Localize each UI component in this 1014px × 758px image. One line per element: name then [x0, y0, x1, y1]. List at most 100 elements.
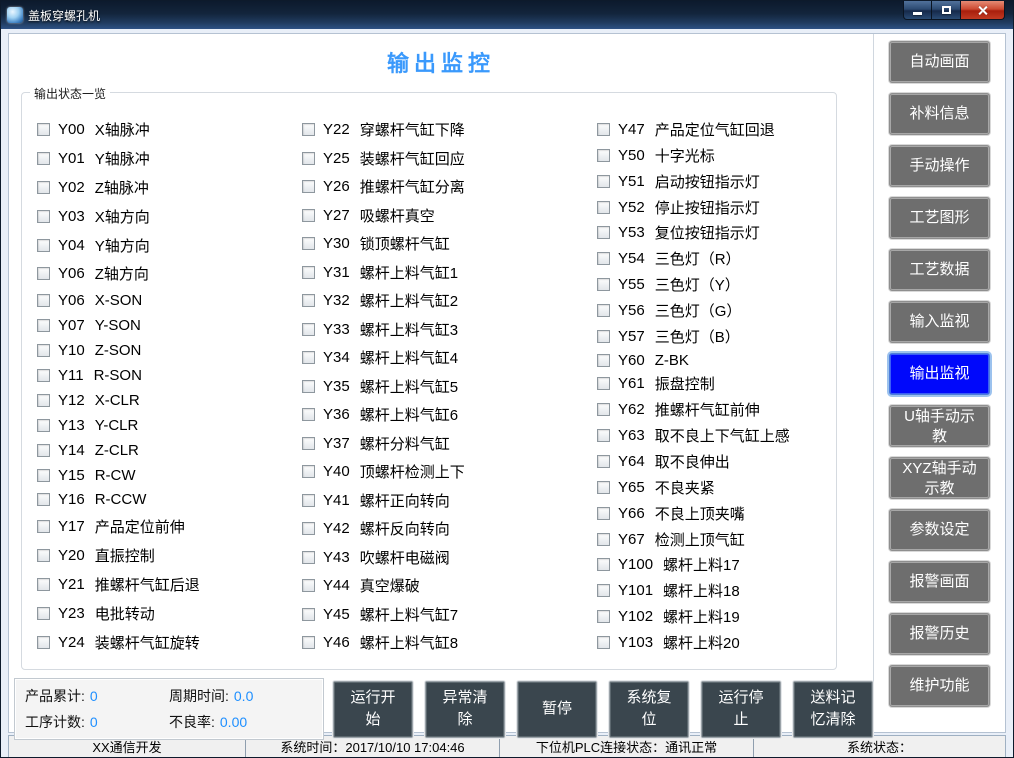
- output-checkbox[interactable]: [597, 226, 610, 239]
- action-button-error-clear[interactable]: 异常清除: [425, 681, 505, 738]
- output-checkbox[interactable]: [37, 469, 50, 482]
- sidebar-button-auto-screen[interactable]: 自动画面: [889, 41, 990, 83]
- action-button-run-stop[interactable]: 运行停止: [701, 681, 781, 738]
- output-checkbox[interactable]: [37, 294, 50, 307]
- output-checkbox[interactable]: [597, 304, 610, 317]
- output-checkbox[interactable]: [597, 636, 610, 649]
- maximize-button[interactable]: [932, 1, 960, 20]
- sidebar-button-alarm-screen[interactable]: 报警画面: [889, 561, 990, 603]
- output-checkbox[interactable]: [37, 549, 50, 562]
- action-button-system-reset[interactable]: 系统复位: [609, 681, 689, 738]
- sidebar-button-parameter-settings[interactable]: 参数设定: [889, 509, 990, 551]
- output-checkbox[interactable]: [302, 237, 315, 250]
- output-label: X轴方向: [95, 206, 150, 227]
- output-checkbox[interactable]: [37, 607, 50, 620]
- output-checkbox[interactable]: [37, 267, 50, 280]
- sidebar-button-alarm-history[interactable]: 报警历史: [889, 613, 990, 655]
- output-label: 产品定位前伸: [95, 516, 185, 537]
- output-checkbox[interactable]: [37, 369, 50, 382]
- sidebar-button-refill-info[interactable]: 补料信息: [889, 93, 990, 135]
- output-checkbox[interactable]: [597, 175, 610, 188]
- output-checkbox[interactable]: [302, 351, 315, 364]
- output-checkbox[interactable]: [597, 533, 610, 546]
- output-checkbox[interactable]: [302, 636, 315, 649]
- output-checkbox[interactable]: [302, 551, 315, 564]
- output-checkbox[interactable]: [597, 149, 610, 162]
- output-checkbox[interactable]: [37, 493, 50, 506]
- output-checkbox[interactable]: [597, 377, 610, 390]
- sidebar-button-input-monitor[interactable]: 输入监视: [889, 301, 990, 343]
- output-label: 不良上顶夹嘴: [655, 503, 745, 524]
- output-code: Y06: [58, 265, 85, 282]
- output-checkbox[interactable]: [597, 201, 610, 214]
- output-checkbox[interactable]: [302, 380, 315, 393]
- output-checkbox[interactable]: [597, 481, 610, 494]
- sidebar-button-u-axis-teach[interactable]: U轴手动示教: [889, 405, 990, 447]
- output-label: 取不良上下气缸上感: [655, 425, 790, 446]
- output-item-Y57: Y57 三色灯（B）: [597, 326, 836, 347]
- output-checkbox[interactable]: [597, 123, 610, 136]
- action-button-pause[interactable]: 暂停: [517, 681, 597, 738]
- stat-cycle-time: 周期时间: 0.0: [169, 686, 313, 706]
- output-checkbox[interactable]: [302, 266, 315, 279]
- output-checkbox[interactable]: [37, 123, 50, 136]
- output-item-Y102: Y102 螺杆上料19: [597, 606, 836, 627]
- output-item-Y02: Y02 Z轴脉冲: [37, 177, 302, 198]
- output-checkbox[interactable]: [597, 354, 610, 367]
- sidebar-button-xyz-axis-teach[interactable]: XYZ轴手动示教: [889, 457, 990, 499]
- output-checkbox[interactable]: [37, 636, 50, 649]
- output-checkbox[interactable]: [597, 455, 610, 468]
- output-checkbox[interactable]: [302, 465, 315, 478]
- output-checkbox[interactable]: [302, 579, 315, 592]
- output-checkbox[interactable]: [302, 522, 315, 535]
- output-checkbox[interactable]: [302, 494, 315, 507]
- output-checkbox[interactable]: [37, 210, 50, 223]
- output-checkbox[interactable]: [302, 323, 315, 336]
- output-checkbox[interactable]: [37, 419, 50, 432]
- output-label: 直振控制: [95, 545, 155, 566]
- output-checkbox[interactable]: [597, 278, 610, 291]
- output-checkbox[interactable]: [302, 294, 315, 307]
- output-checkbox[interactable]: [37, 152, 50, 165]
- output-code: Y03: [58, 208, 85, 225]
- window-controls: [903, 1, 1005, 20]
- output-item-Y67: Y67 检测上顶气缸: [597, 529, 836, 550]
- output-label: 螺杆上料气缸8: [360, 632, 458, 653]
- output-checkbox[interactable]: [302, 123, 315, 136]
- output-checkbox[interactable]: [302, 608, 315, 621]
- output-checkbox[interactable]: [37, 444, 50, 457]
- minimize-button[interactable]: [903, 1, 932, 20]
- output-checkbox[interactable]: [597, 403, 610, 416]
- sidebar-button-manual-operation[interactable]: 手动操作: [889, 145, 990, 187]
- output-checkbox[interactable]: [37, 394, 50, 407]
- sidebar-button-output-monitor[interactable]: 输出监视: [889, 353, 990, 395]
- output-checkbox[interactable]: [302, 408, 315, 421]
- output-checkbox[interactable]: [37, 344, 50, 357]
- output-item-Y35: Y35 螺杆上料气缸5: [302, 376, 597, 397]
- output-checkbox[interactable]: [37, 239, 50, 252]
- output-checkbox[interactable]: [597, 584, 610, 597]
- output-checkbox[interactable]: [302, 437, 315, 450]
- output-checkbox[interactable]: [37, 520, 50, 533]
- output-checkbox[interactable]: [597, 330, 610, 343]
- action-button-run-start[interactable]: 运行开始: [333, 681, 413, 738]
- output-checkbox[interactable]: [597, 610, 610, 623]
- action-button-feed-memory-clear[interactable]: 送料记忆清除: [793, 681, 873, 738]
- sidebar-button-maintenance[interactable]: 维护功能: [889, 665, 990, 707]
- output-checkbox[interactable]: [302, 209, 315, 222]
- sidebar-button-process-data[interactable]: 工艺数据: [889, 249, 990, 291]
- output-checkbox[interactable]: [597, 252, 610, 265]
- output-checkbox[interactable]: [302, 152, 315, 165]
- output-checkbox[interactable]: [302, 180, 315, 193]
- output-checkbox[interactable]: [597, 429, 610, 442]
- output-checkbox[interactable]: [597, 558, 610, 571]
- output-checkbox[interactable]: [37, 181, 50, 194]
- output-code: Y65: [618, 479, 645, 496]
- output-checkbox[interactable]: [37, 319, 50, 332]
- close-button[interactable]: [960, 1, 1005, 20]
- output-code: Y57: [618, 328, 645, 345]
- output-code: Y53: [618, 224, 645, 241]
- output-checkbox[interactable]: [597, 507, 610, 520]
- sidebar-button-process-graphics[interactable]: 工艺图形: [889, 197, 990, 239]
- output-checkbox[interactable]: [37, 578, 50, 591]
